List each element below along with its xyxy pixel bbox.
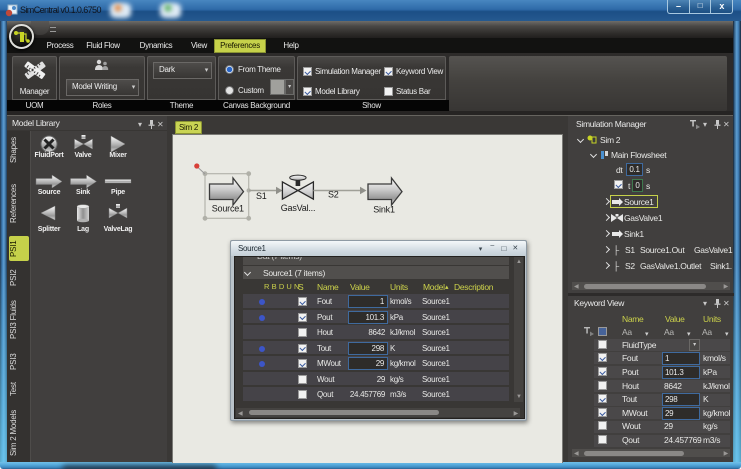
svg-text:Sink1: Sink1 [373,205,395,215]
svg-text:S2: S2 [328,190,339,200]
svg-text:Source1: Source1 [212,204,244,214]
svg-text:GasVal...: GasVal... [281,203,316,213]
svg-text:S1: S1 [256,191,267,201]
